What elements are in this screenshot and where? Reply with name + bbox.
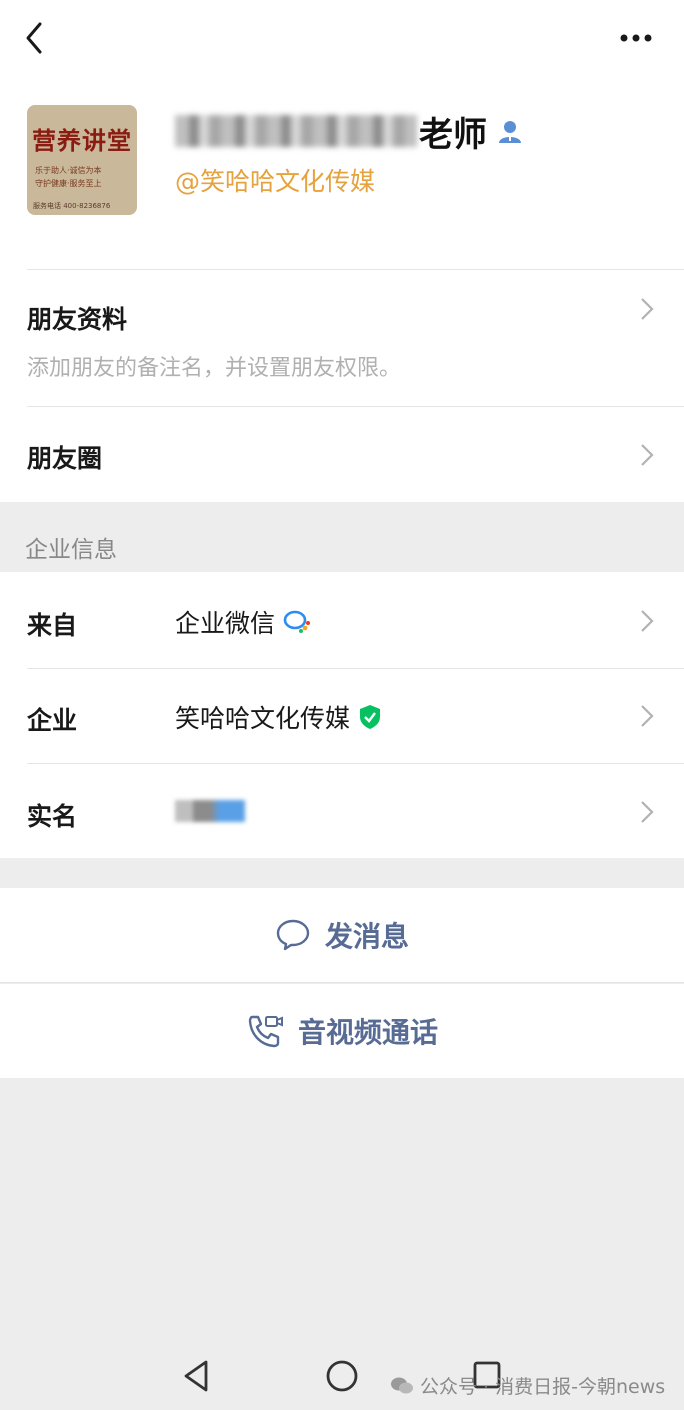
avatar[interactable]: 营养讲堂 乐于助人·诚信为本 守护健康·服务至上 服务电话 400-823687… [27,105,137,215]
video-call-label: 音视频通话 [297,1016,438,1049]
verified-shield-icon [360,705,381,729]
row-label: 来自 [27,611,78,640]
divider [27,269,684,270]
enterprise-panel: 来自 企业微信 企业 笑哈哈文化传媒 实名 [0,572,684,858]
nav-home-icon[interactable] [325,1359,359,1393]
nav-back-icon[interactable] [180,1358,212,1394]
row-title: 朋友资料 [27,305,128,334]
row-description: 添加朋友的备注名，并设置朋友权限。 [27,356,402,381]
avatar-phone: 服务电话 400-8236876 [33,202,111,210]
chevron-right-icon [641,705,654,727]
row-value: 企业微信 [175,604,311,640]
enterprise-wechat-icon [283,610,311,633]
chevron-right-icon [641,444,654,466]
profile-header: 营养讲堂 乐于助人·诚信为本 守护健康·服务至上 服务电话 400-823687… [0,0,684,502]
watermark: 公众号 · 消费日报-今朝news [390,1372,665,1399]
row-title: 朋友圈 [27,444,103,473]
section-label: 企业信息 [25,537,117,563]
chevron-right-icon [641,610,654,632]
avatar-line: 乐于助人·诚信为本 [35,166,102,175]
divider [27,763,684,764]
name-suffix: 老师 [419,114,487,155]
avatar-line: 守护健康·服务至上 [35,179,102,188]
video-call-button[interactable]: 音视频通话 [0,984,684,1078]
contact-icon [499,121,521,143]
wechat-icon [391,1377,413,1393]
from-value: 企业微信 [175,609,276,638]
more-icon[interactable] [612,24,660,52]
row-value: 笑哈哈文化传媒 [175,699,382,735]
send-message-button[interactable]: 发消息 [0,888,684,982]
row-label: 企业 [27,706,78,735]
avatar-title: 营养讲堂 [32,126,132,155]
divider [27,406,684,407]
divider [0,982,684,983]
company-value: 笑哈哈文化传媒 [175,704,351,733]
contact-name: 老师 [175,108,523,155]
row-label: 实名 [27,802,78,831]
chevron-right-icon [641,801,654,823]
chevron-right-icon [641,298,654,320]
watermark-text: 公众号 · 消费日报-今朝news [420,1376,666,1398]
back-arrow-icon[interactable] [18,18,52,58]
video-call-icon [248,1015,283,1048]
divider [27,668,684,669]
redacted-realname [175,800,245,822]
send-message-label: 发消息 [324,920,409,953]
redacted-name [175,115,417,147]
chat-bubble-icon [276,919,310,951]
company-tag: @笑哈哈文化传媒 [175,167,376,196]
